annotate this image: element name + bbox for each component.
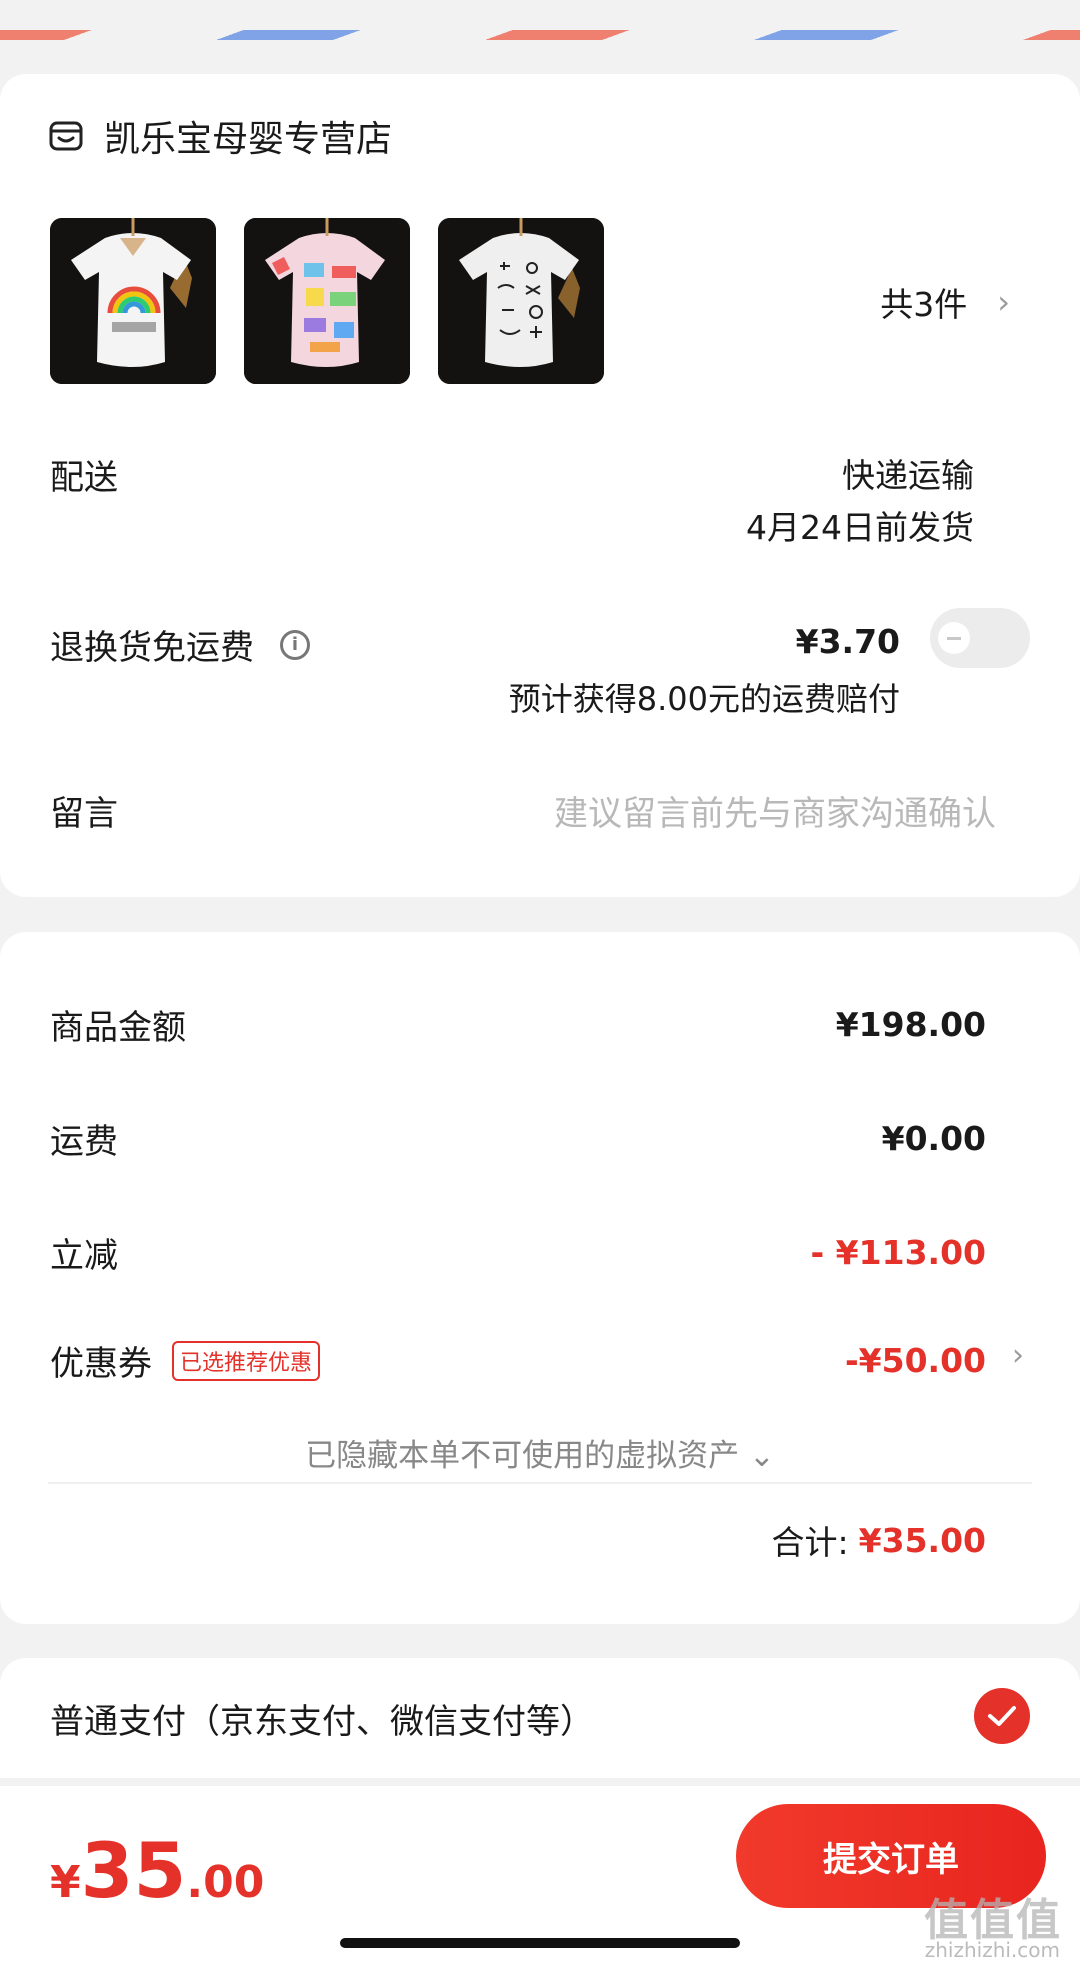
total-row: 合计: ¥35.00 xyxy=(772,1516,986,1564)
coupon-row[interactable]: 优惠券 已选推荐优惠 -¥50.00 xyxy=(50,1336,986,1385)
coupon-label: 优惠券 xyxy=(50,1344,152,1384)
delivery-date: 4月24日前发货 xyxy=(746,508,974,547)
coupon-label-wrap: 优惠券 已选推荐优惠 xyxy=(50,1336,321,1385)
info-icon[interactable]: i xyxy=(280,629,310,660)
hidden-assets-toggle[interactable]: 已隐藏本单不可使用的虚拟资产 ⌄ xyxy=(0,1430,1080,1475)
toggle-knob xyxy=(938,622,970,654)
coupon-value: -¥50.00 xyxy=(844,1341,986,1380)
payment-method-label: 普通支付（京东支付、微信支付等） xyxy=(50,1702,594,1742)
pay-amount: ¥ 35 .00 xyxy=(50,1826,264,1915)
pay-amount-int: 35 xyxy=(80,1826,187,1915)
return-shipping-label: 退换货免运费 xyxy=(50,628,254,668)
delivery-method: 快递运输 xyxy=(842,456,974,495)
discount-row: 立减 - ¥113.00 xyxy=(50,1228,986,1277)
return-shipping-note: 预计获得8.00元的运费赔付 xyxy=(508,680,900,718)
product-thumb-doodle[interactable] xyxy=(438,218,604,384)
coupon-tag: 已选推荐优惠 xyxy=(172,1340,321,1381)
divider xyxy=(48,1482,1032,1484)
watermark-url: zhizhizhi.com xyxy=(924,1938,1060,1962)
pay-amount-dec: .00 xyxy=(186,1857,265,1908)
chevron-right-icon: › xyxy=(997,283,1010,321)
payment-card[interactable]: 普通支付（京东支付、微信支付等） xyxy=(0,1658,1080,1778)
return-shipping-row: 退换货免运费 i xyxy=(50,620,310,669)
goods-amount-value: ¥198.00 xyxy=(835,1005,986,1044)
delivery-label: 配送 xyxy=(50,458,118,498)
goods-amount-row: 商品金额 ¥198.00 xyxy=(50,1000,986,1049)
product-thumb-colorful[interactable] xyxy=(244,218,410,384)
check-icon[interactable] xyxy=(974,1688,1030,1744)
pay-currency: ¥ xyxy=(50,1857,81,1908)
order-confirm-page: 凯乐宝母婴专营店 共3件 › 配送 快递运输 4月24日前发货 退换货免运费 i… xyxy=(0,0,1080,1966)
shipping-fee-row: 运费 ¥0.00 xyxy=(50,1114,986,1163)
return-shipping-toggle[interactable] xyxy=(930,608,1030,668)
product-count[interactable]: 共3件 › xyxy=(880,278,1010,326)
product-count-label: 共3件 xyxy=(880,285,968,324)
store-header[interactable]: 凯乐宝母婴专营店 xyxy=(48,110,392,162)
airmail-border xyxy=(0,0,1080,44)
product-thumbnails[interactable] xyxy=(50,218,604,384)
discount-value: - ¥113.00 xyxy=(810,1233,987,1272)
coupon-chevron-icon[interactable]: › xyxy=(1012,1338,1024,1373)
total-label: 合计: xyxy=(771,1523,849,1562)
shipping-fee-label: 运费 xyxy=(50,1122,118,1162)
product-thumb-rainbow[interactable] xyxy=(50,218,216,384)
store-name: 凯乐宝母婴专营店 xyxy=(104,119,393,160)
message-label: 留言 xyxy=(50,794,118,834)
discount-label: 立减 xyxy=(50,1236,118,1276)
message-input[interactable]: 建议留言前先与商家沟通确认 xyxy=(554,786,996,835)
return-shipping-price: ¥3.70 xyxy=(795,622,900,661)
store-card: 凯乐宝母婴专营店 共3件 › 配送 快递运输 4月24日前发货 退换货免运费 i… xyxy=(0,74,1080,897)
total-value: ¥35.00 xyxy=(858,1520,986,1560)
home-indicator[interactable] xyxy=(340,1938,740,1948)
goods-amount-label: 商品金额 xyxy=(50,1008,186,1048)
bottom-bar: ¥ 35 .00 提交订单 值值值 zhizhizhi.com xyxy=(0,1786,1080,1966)
shipping-fee-value: ¥0.00 xyxy=(881,1119,986,1158)
store-icon xyxy=(49,121,83,151)
delivery-info[interactable]: 快递运输 4月24日前发货 xyxy=(746,450,974,554)
